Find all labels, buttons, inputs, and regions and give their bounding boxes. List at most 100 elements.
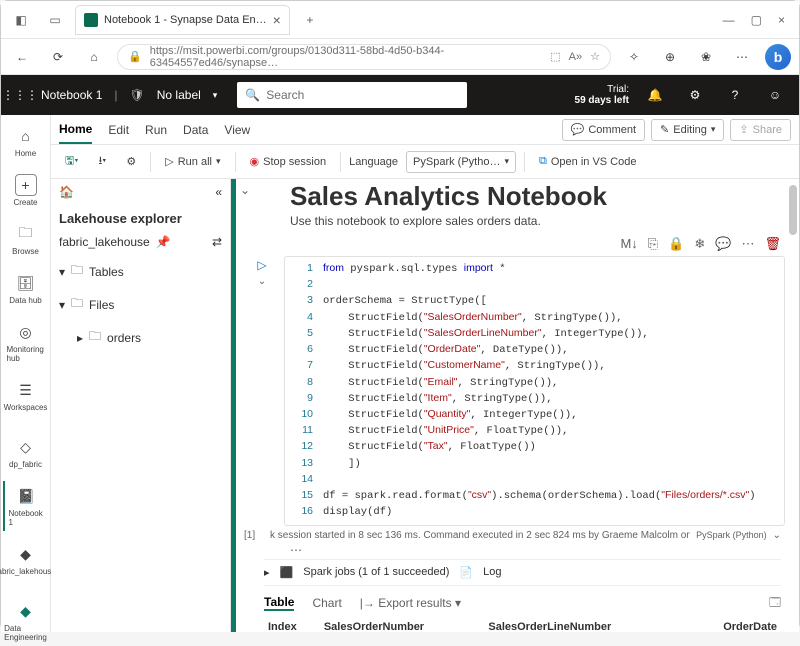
scrollbar[interactable] <box>789 185 797 235</box>
run-all-button[interactable]: ▷Run all▾ <box>159 152 226 171</box>
tab-run[interactable]: Run <box>145 117 167 143</box>
export-results-button[interactable]: |→ Export results ▾ <box>360 596 461 610</box>
collapse-cell-icon[interactable]: ⌄ <box>240 183 250 197</box>
favorites-icon[interactable]: ✧ <box>621 44 647 70</box>
chevron-right-icon: ▸ <box>77 331 83 345</box>
back-button[interactable]: ← <box>9 44 35 70</box>
freeze-icon[interactable]: ❄ <box>694 236 705 252</box>
nav-create[interactable]: +Create <box>3 170 49 211</box>
editing-mode-button[interactable]: ✎Editing▾ <box>651 119 724 141</box>
home-button[interactable]: ⌂ <box>81 44 107 70</box>
app-launcher-icon[interactable]: ⋮⋮⋮ <box>11 86 29 104</box>
nav-home[interactable]: ⌂Home <box>3 121 49 162</box>
log-label[interactable]: Log <box>483 566 501 578</box>
url-field[interactable]: 🔒 https://msit.powerbi.com/groups/0130d3… <box>117 44 611 70</box>
notifications-icon[interactable]: 🔔 <box>641 88 669 102</box>
output-tab-chart[interactable]: Chart <box>312 596 341 610</box>
comment-button[interactable]: 💬Comment <box>562 119 645 141</box>
run-cell-button[interactable]: ▷ <box>257 258 266 272</box>
bing-button[interactable]: b <box>765 44 791 70</box>
help-icon[interactable]: ? <box>721 88 749 102</box>
col-salesordernumber[interactable]: SalesOrderNumber <box>320 617 485 633</box>
copy-icon[interactable]: ⎘ <box>648 236 658 252</box>
output-table: Index SalesOrderNumber SalesOrderLineNum… <box>264 617 781 633</box>
open-vscode-button[interactable]: ⧉Open in VS Code <box>533 152 642 171</box>
nav-workspaces[interactable]: ☰Workspaces <box>3 375 49 416</box>
stop-session-button[interactable]: ◉Stop session <box>244 152 333 171</box>
more-button[interactable]: ⋯ <box>729 44 755 70</box>
collapse-icon[interactable]: « <box>215 185 222 199</box>
minimize-button[interactable]: — <box>723 13 735 27</box>
settings-button[interactable]: ⚙ <box>120 152 142 171</box>
markdown-toggle[interactable]: M↓ <box>620 236 637 252</box>
tab-home[interactable]: Home <box>59 116 92 144</box>
close-tab-icon[interactable]: × <box>273 12 281 28</box>
save-button[interactable]: 🖫▾ <box>59 149 84 174</box>
feedback-icon[interactable]: ☺ <box>761 88 789 102</box>
nav-persona[interactable]: ◆Data Engineering <box>3 596 49 646</box>
more-dots[interactable]: ⋯ <box>236 541 799 559</box>
lakehouse-name[interactable]: fabric_lakehouse <box>59 235 150 249</box>
settings-icon[interactable]: ⚙ <box>681 88 709 102</box>
output-tab-table[interactable]: Table <box>264 595 294 611</box>
refresh-button[interactable]: ⟳ <box>45 44 71 70</box>
chevron-right-icon[interactable]: ▸ <box>264 566 270 579</box>
collections-icon[interactable]: ▭ <box>41 6 69 34</box>
comment-cell-icon[interactable]: 💬 <box>715 236 731 252</box>
refresh-explorer-icon[interactable]: ⇄ <box>212 235 222 249</box>
delete-cell-icon[interactable]: 🗑 <box>764 236 781 252</box>
notebook-name[interactable]: Notebook 1 <box>41 88 102 102</box>
extensions-icon[interactable]: ❀ <box>693 44 719 70</box>
tables-node[interactable]: ▾🗀Tables <box>59 258 222 285</box>
col-index[interactable]: Index <box>264 617 320 633</box>
download-button[interactable]: ⭳▾ <box>92 149 112 174</box>
pin-icon[interactable]: 📌 <box>156 235 171 249</box>
code-editor[interactable]: 1from pyspark.sql.types import * 2 3orde… <box>284 256 785 526</box>
chevron-down-icon[interactable]: ▾ <box>213 90 218 101</box>
plus-icon: + <box>15 174 37 196</box>
language-select[interactable]: PySpark (Pytho…▾ <box>406 151 516 173</box>
folder-icon: 🗀 <box>15 223 37 245</box>
chevron-down-icon: ▾ <box>59 265 65 279</box>
lakehouse-icon: ◆ <box>15 543 37 565</box>
tab-data[interactable]: Data <box>183 117 208 143</box>
reader-icon[interactable]: ⬚ <box>550 50 560 63</box>
text-size-icon[interactable]: A» <box>569 51 582 63</box>
share-button[interactable]: ⇪Share <box>730 119 791 141</box>
search-placeholder: Search <box>266 88 304 102</box>
chevron-down-icon[interactable]: ⌄ <box>258 276 266 287</box>
new-tab-button[interactable]: + <box>296 6 324 34</box>
page-title: Sales Analytics Notebook <box>290 181 785 212</box>
code-cell: ▷ ⌄ 1from pyspark.sql.types import * 2 3… <box>236 254 799 526</box>
search-input[interactable]: 🔍 Search <box>237 82 467 108</box>
tab-edit[interactable]: Edit <box>108 117 129 143</box>
output-more-icon[interactable]: 🗔 <box>769 594 781 613</box>
col-orderdate[interactable]: OrderDate <box>683 617 781 633</box>
nav-notebook1[interactable]: 📓Notebook 1 <box>3 481 49 531</box>
nav-lakehouse[interactable]: ◆fabric_lakehouse <box>3 539 49 580</box>
favorite-icon[interactable]: ☆ <box>590 50 600 63</box>
profile-icon[interactable]: ◧ <box>7 6 35 34</box>
nav-browse[interactable]: 🗀Browse <box>3 219 49 260</box>
spark-icon: ⬛ <box>280 566 294 579</box>
persona-icon: ◆ <box>15 600 37 622</box>
col-salesorderlinenumber[interactable]: SalesOrderLineNumber <box>484 617 683 633</box>
nav-datahub[interactable]: 🗄Data hub <box>3 268 49 309</box>
browser-tab[interactable]: Notebook 1 - Synapse Data En… × <box>75 5 290 35</box>
chevron-down-icon[interactable]: ⌄ <box>773 530 781 541</box>
lock-icon[interactable]: 🔒 <box>668 236 684 252</box>
vscode-icon: ⧉ <box>539 155 547 168</box>
shield-icon: 🛡 <box>130 88 145 102</box>
orders-node[interactable]: ▸🗀orders <box>59 324 222 351</box>
collections-icon[interactable]: ⊕ <box>657 44 683 70</box>
label-button[interactable]: No label <box>157 88 201 102</box>
close-window-button[interactable]: × <box>778 13 785 27</box>
more-icon[interactable]: ⋯ <box>741 236 754 252</box>
files-node[interactable]: ▾🗀Files <box>59 291 222 318</box>
nav-dp-fabric[interactable]: ◇dp_fabric <box>3 432 49 473</box>
address-bar: ← ⟳ ⌂ 🔒 https://msit.powerbi.com/groups/… <box>1 39 799 75</box>
spark-jobs-label[interactable]: Spark jobs (1 of 1 succeeded) <box>303 566 449 578</box>
maximize-button[interactable]: ▢ <box>751 13 762 27</box>
nav-monitoring[interactable]: ◎Monitoring hub <box>3 317 49 367</box>
tab-view[interactable]: View <box>224 117 250 143</box>
